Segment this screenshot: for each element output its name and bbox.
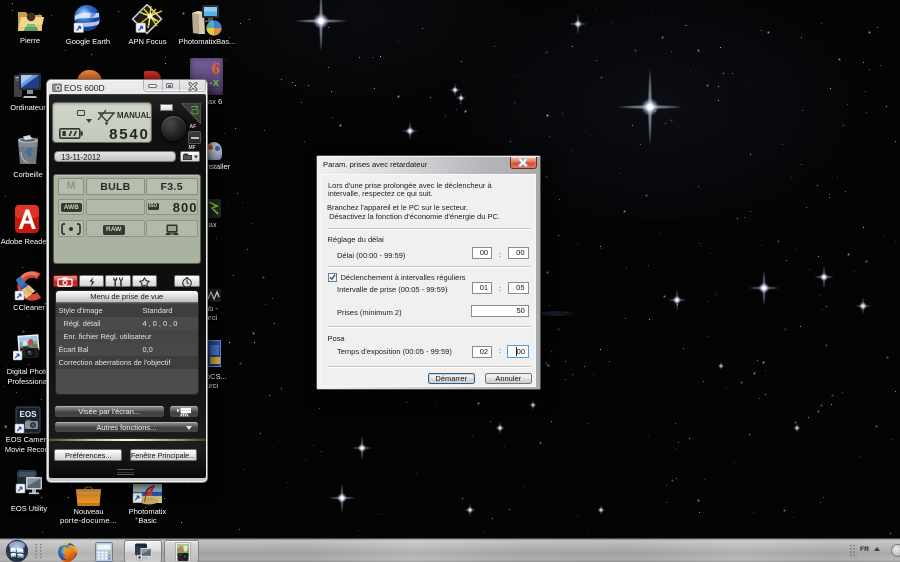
svg-text:EOS: EOS — [20, 410, 38, 419]
